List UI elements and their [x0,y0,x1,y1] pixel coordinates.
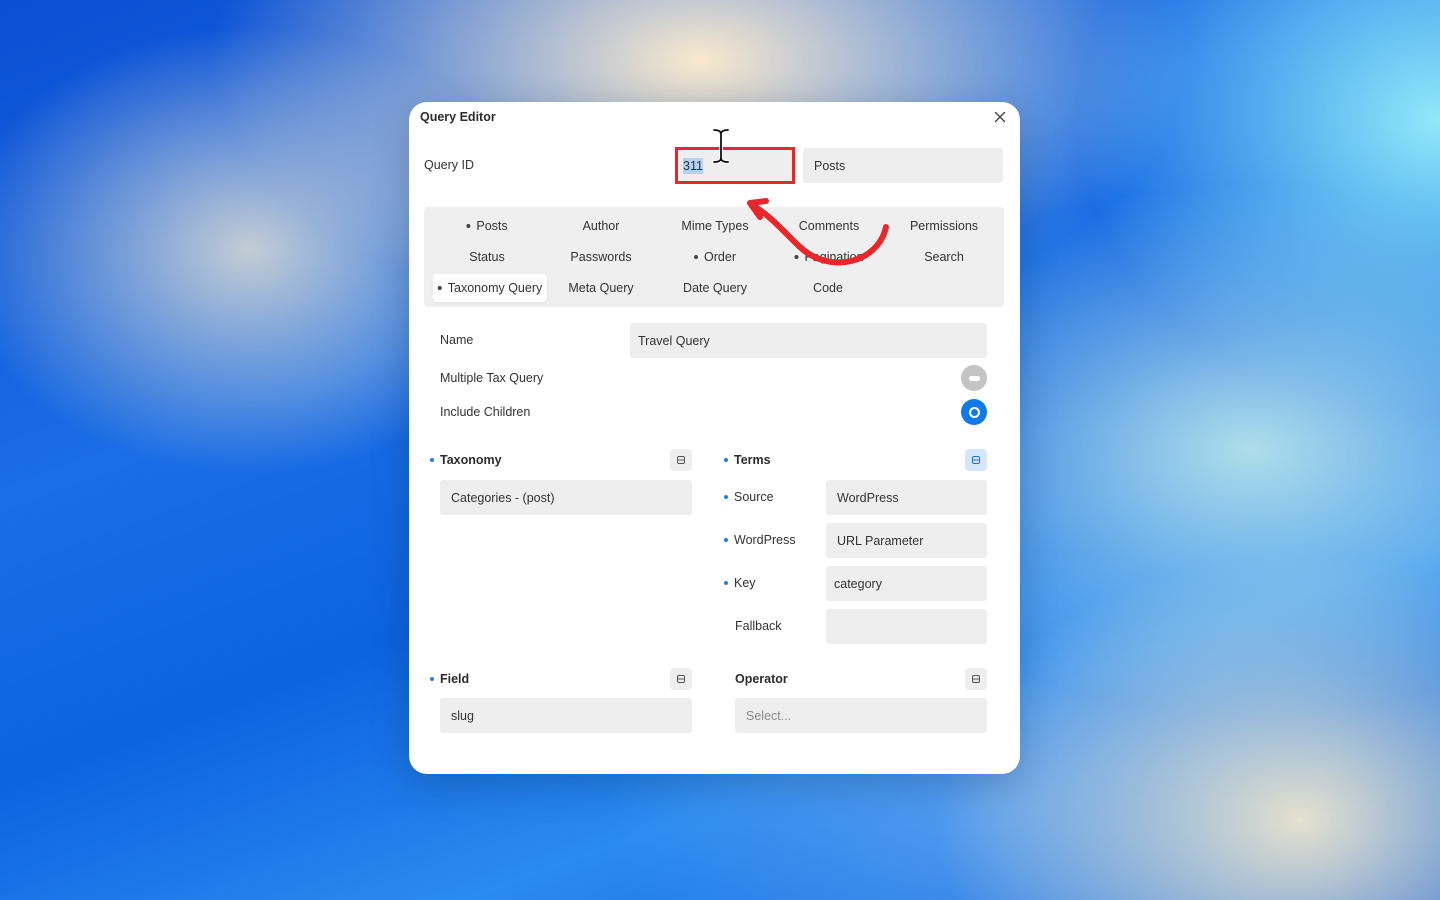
tab-code[interactable]: Code [813,281,843,295]
database-icon [677,675,685,683]
database-icon [677,456,685,464]
minus-icon [968,375,980,381]
required-dot [724,580,728,585]
tab-meta-query[interactable]: Meta Query [568,281,633,295]
database-icon [972,456,980,464]
multiple-tax-query-toggle[interactable] [961,365,987,391]
field-select[interactable]: slug [440,698,692,733]
tab-permissions[interactable]: Permissions [910,219,978,233]
source-value: WordPress [837,490,899,505]
fallback-label: Fallback [735,619,782,633]
query-id-label: Query ID [424,158,475,172]
required-dot [724,457,728,462]
close-icon[interactable] [992,109,1008,125]
tab-posts[interactable]: Posts [466,219,508,233]
dialog-title: Query Editor [420,110,496,124]
operator-dynamic-data-button[interactable] [965,668,987,690]
tab-dot [437,285,442,290]
terms-dynamic-data-button[interactable] [965,449,987,471]
multiple-tax-query-label: Multiple Tax Query [440,371,544,385]
field-value: slug [451,708,474,723]
tab-taxonomy-query[interactable]: Taxonomy Query [432,274,548,302]
fallback-input[interactable] [826,609,987,644]
database-icon [972,675,980,683]
required-dot [430,676,434,681]
name-value: Travel Query [638,333,710,348]
source-label: Source [724,490,774,504]
tab-dot [694,254,699,259]
wordpress-select[interactable]: URL Parameter [826,523,987,558]
taxonomy-dynamic-data-button[interactable] [670,449,692,471]
wordpress-value: URL Parameter [837,533,924,548]
required-dot [430,457,434,462]
query-type-select[interactable]: Posts [803,148,1003,183]
tab-dot [466,223,471,228]
include-children-label: Include Children [440,405,531,419]
query-type-value: Posts [814,158,846,173]
operator-select[interactable]: Select... [735,698,987,733]
tab-author[interactable]: Author [583,219,620,233]
key-input[interactable]: category [826,566,987,601]
field-dynamic-data-button[interactable] [670,668,692,690]
key-label: Key [724,576,756,590]
required-dot [724,494,728,499]
taxonomy-select[interactable]: Categories - (post) [440,480,692,515]
tab-status[interactable]: Status [469,250,504,264]
wordpress-label: WordPress [724,533,796,547]
terms-title: Terms [724,453,771,467]
tab-date-query[interactable]: Date Query [683,281,747,295]
include-children-toggle[interactable] [961,399,987,425]
circle-icon [970,408,978,416]
name-input[interactable]: Travel Query [630,323,987,358]
key-value: category [834,576,882,591]
taxonomy-value: Categories - (post) [451,490,555,505]
tab-search[interactable]: Search [924,250,964,264]
query-editor-dialog: Query Editor Query ID 311 Posts Posts Au… [409,102,1020,774]
operator-title: Operator [735,672,788,686]
annotation-highlight-box [675,147,795,184]
annotation-arrow-icon [747,198,889,266]
name-label: Name [440,333,474,347]
operator-placeholder: Select... [746,708,792,723]
field-title: Field [430,672,469,686]
query-tabs: Posts Author Mime Types Comments Permiss… [424,207,1004,307]
source-select[interactable]: WordPress [826,480,987,515]
text-cursor-icon [712,128,730,164]
required-dot [724,537,728,542]
taxonomy-title: Taxonomy [430,453,502,467]
tab-passwords[interactable]: Passwords [570,250,631,264]
